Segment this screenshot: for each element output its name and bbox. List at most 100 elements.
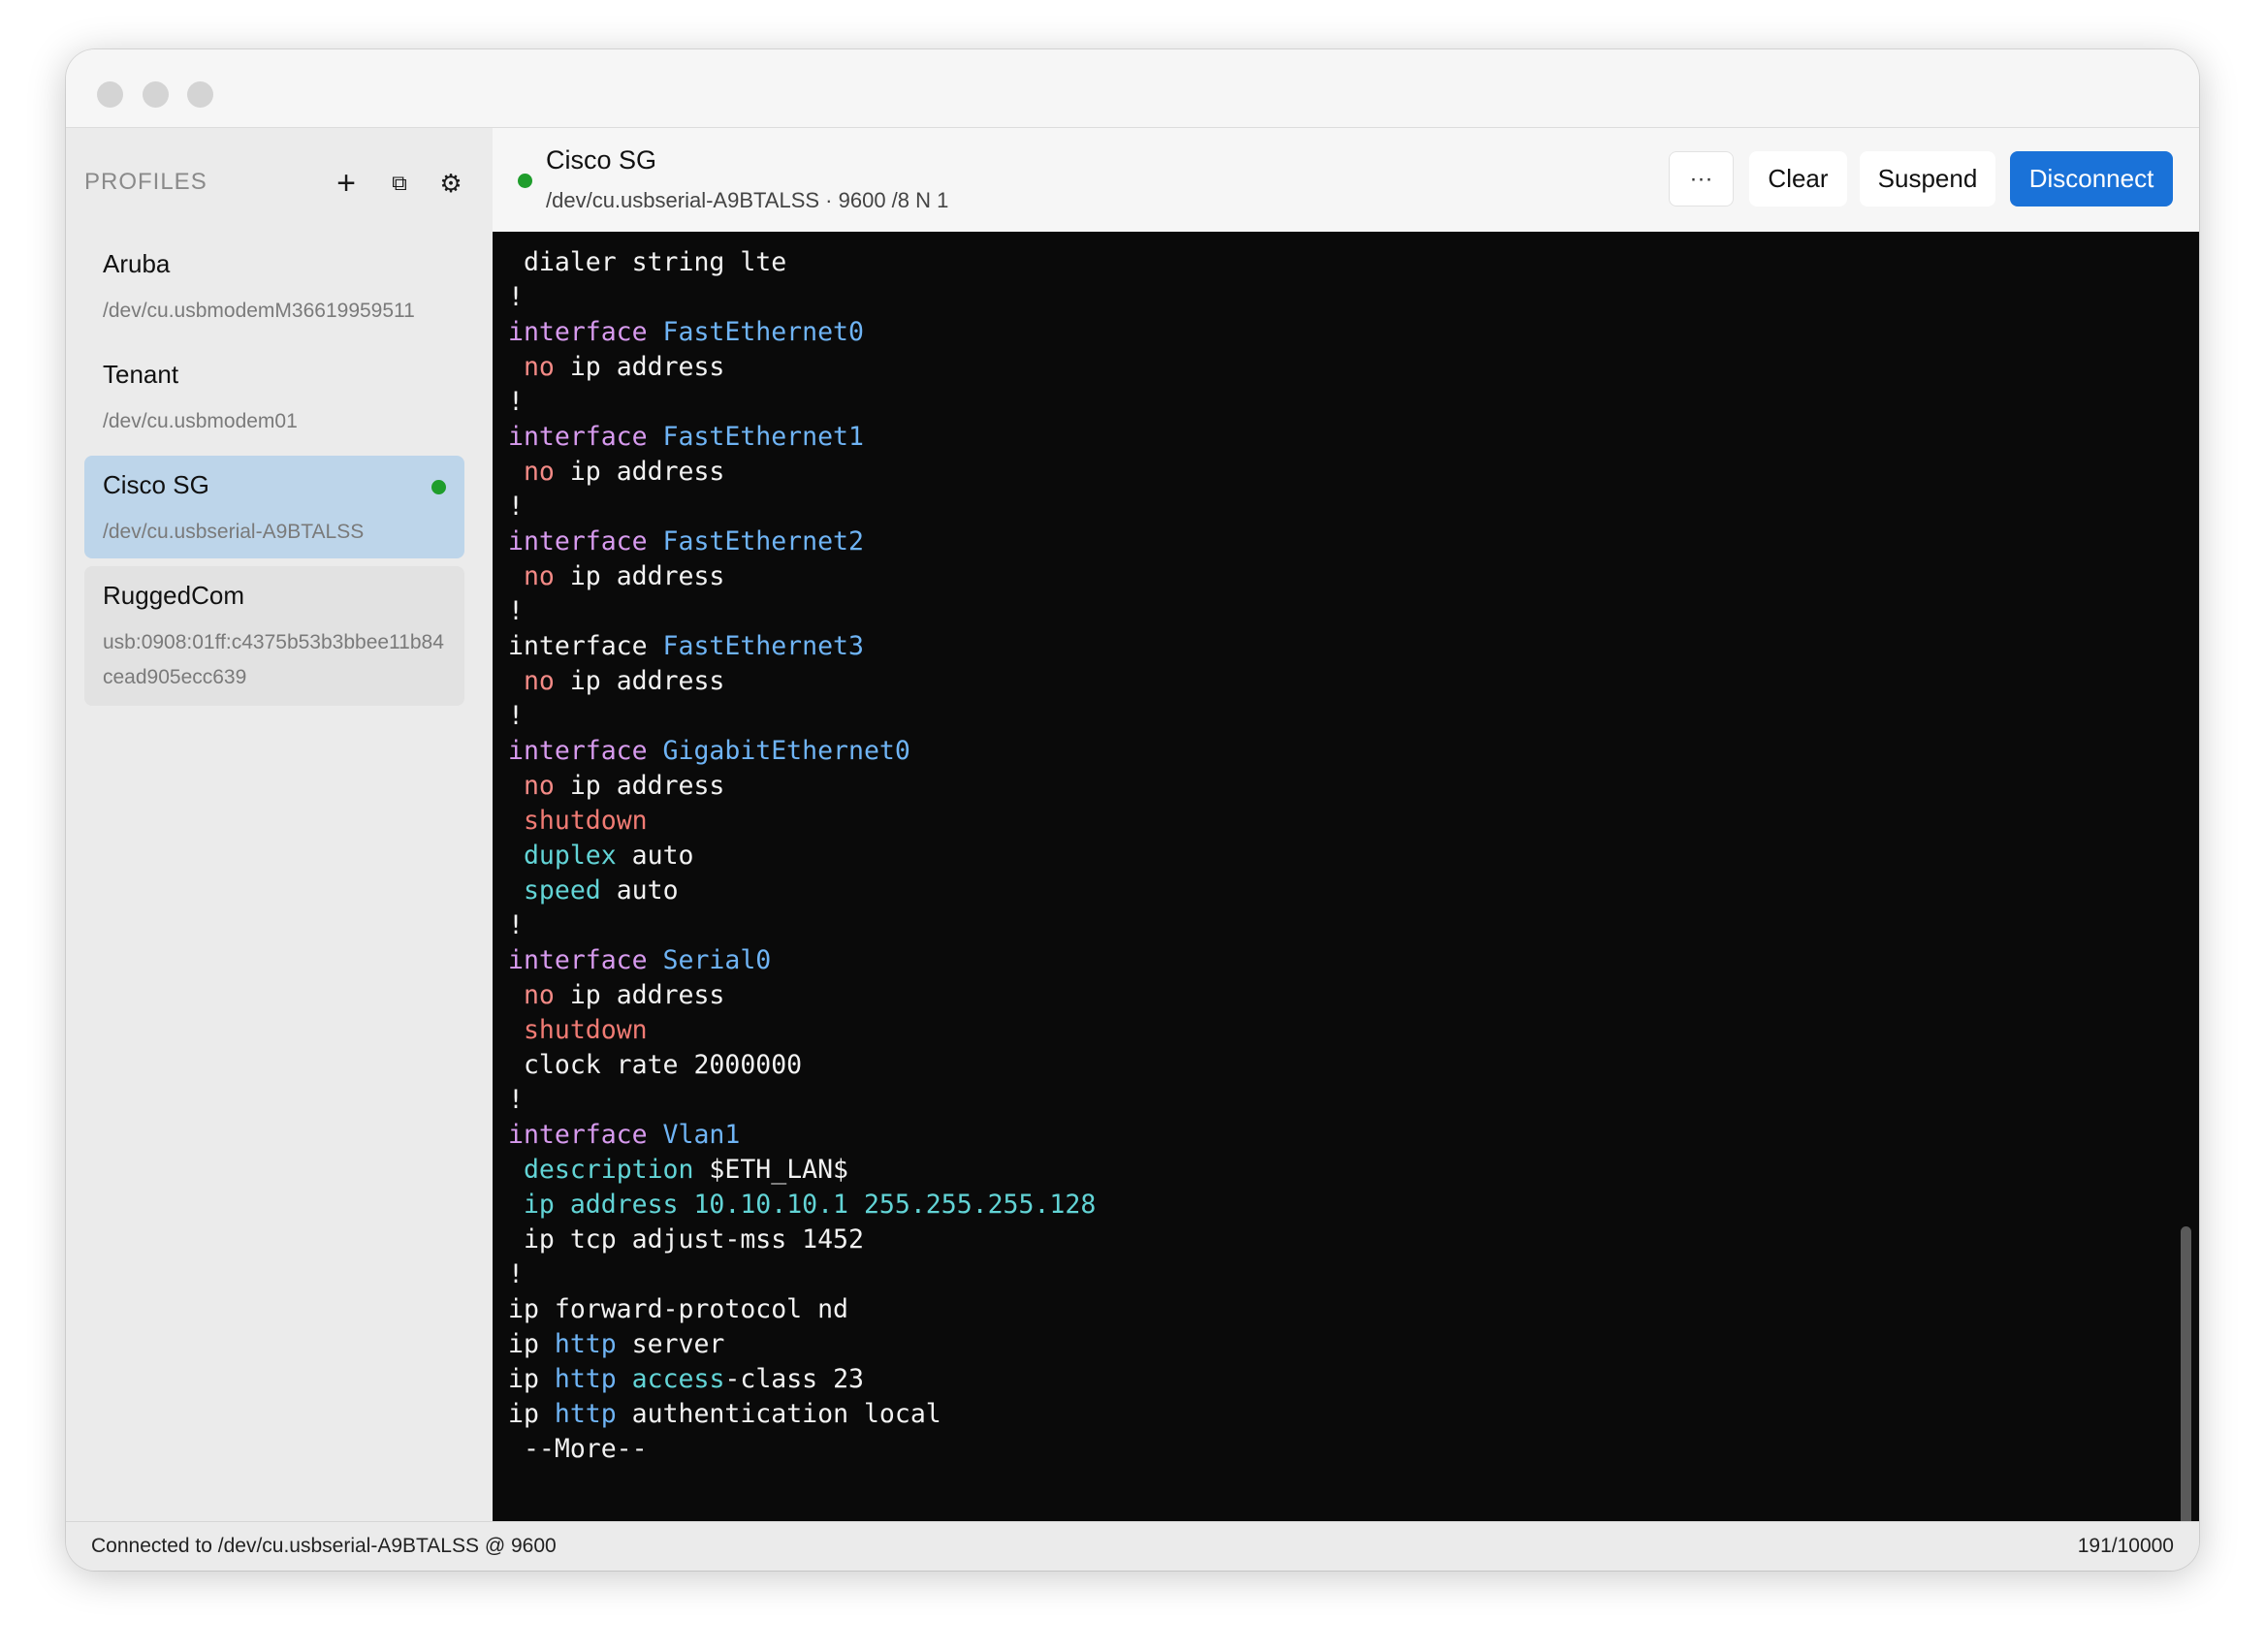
- line-count: 191/10000: [2077, 1535, 2174, 1557]
- terminal-token: -class 23: [724, 1364, 864, 1394]
- terminal-token: Vlan1: [662, 1120, 741, 1150]
- profile-path: /dev/cu.usbmodemM36619959511: [103, 300, 415, 322]
- terminal-token: GigabitEthernet0: [662, 736, 910, 766]
- profiles-sidebar: PROFILES + ⧉ ⚙ Aruba /dev/cu.usbmodemM36…: [66, 128, 493, 1522]
- terminal-line: interface FastEthernet1: [508, 420, 1096, 455]
- gear-icon[interactable]: ⚙: [434, 167, 467, 200]
- terminal-token: ip address: [554, 352, 725, 382]
- terminal-token: interface: [508, 631, 663, 661]
- terminal-token: http: [554, 1364, 617, 1394]
- profile-item-cisco-sg[interactable]: Cisco SG /dev/cu.usbserial-A9BTALSS: [84, 456, 464, 558]
- terminal-line: no ip address: [508, 769, 1096, 804]
- duplicate-icon[interactable]: ⧉: [383, 167, 416, 200]
- terminal-token: no: [523, 352, 555, 382]
- terminal-scrollbar[interactable]: [2181, 1226, 2191, 1522]
- status-bar: Connected to /dev/cu.usbserial-A9BTALSS …: [66, 1521, 2199, 1571]
- terminal-line: !: [508, 1083, 1096, 1118]
- terminal-token: FastEthernet3: [662, 631, 864, 661]
- terminal-token: shutdown: [523, 1015, 648, 1045]
- terminal-token: server: [616, 1329, 725, 1359]
- terminal-token: ip forward-protocol nd: [508, 1294, 848, 1324]
- terminal-line: !: [508, 1257, 1096, 1292]
- terminal-token: authentication local: [616, 1399, 941, 1429]
- terminal-token: auto: [616, 841, 694, 871]
- terminal-line: !: [508, 699, 1096, 734]
- session-subtitle: /dev/cu.usbserial-A9BTALSS · 9600 /8 N 1: [546, 188, 949, 212]
- profile-name: Aruba: [103, 249, 171, 278]
- suspend-button[interactable]: Suspend: [1860, 151, 1995, 206]
- terminal-token: interface: [508, 736, 663, 766]
- add-icon[interactable]: +: [330, 167, 363, 200]
- terminal-token: Serial0: [662, 945, 772, 975]
- terminal-line: interface FastEthernet2: [508, 524, 1096, 559]
- terminal-line: !: [508, 385, 1096, 420]
- terminal-line: ip http authentication local: [508, 1397, 1096, 1432]
- terminal-token: --More--: [508, 1434, 648, 1464]
- terminal-token: description: [523, 1155, 694, 1185]
- session-title: Cisco SG: [546, 145, 657, 175]
- terminal-token: ip address: [554, 666, 725, 696]
- terminal-line: interface FastEthernet3: [508, 629, 1096, 664]
- terminal-line: no ip address: [508, 559, 1096, 594]
- terminal-token: interface: [508, 317, 663, 347]
- terminal-line: --More--: [508, 1432, 1096, 1467]
- terminal-token: ip address: [554, 561, 725, 591]
- terminal-lines: dialer string lte! interface FastEthernet…: [508, 245, 1096, 1467]
- profile-name: Cisco SG: [103, 470, 209, 499]
- session-panel: Cisco SG /dev/cu.usbserial-A9BTALSS · 96…: [493, 128, 2199, 1522]
- profile-item-aruba[interactable]: Aruba /dev/cu.usbmodemM36619959511: [84, 235, 464, 337]
- terminal-line: !: [508, 908, 1096, 943]
- close-window-button[interactable]: [97, 81, 123, 108]
- terminal-token: ip address: [554, 457, 725, 487]
- terminal-token: ip: [508, 1364, 555, 1394]
- terminal-token: ip address 10.10.10.1 255.255.255.128: [523, 1190, 1097, 1220]
- terminal-token: access: [631, 1364, 725, 1394]
- terminal-line: !: [508, 490, 1096, 524]
- terminal-token: !: [508, 910, 524, 940]
- profile-name: Tenant: [103, 360, 179, 389]
- terminal-token: FastEthernet1: [662, 422, 864, 452]
- minimize-window-button[interactable]: [143, 81, 169, 108]
- terminal-token: !: [508, 596, 524, 626]
- terminal-line: interface Vlan1: [508, 1118, 1096, 1153]
- terminal-token: interface: [508, 945, 663, 975]
- terminal-line: interface Serial0: [508, 943, 1096, 978]
- terminal-line: ip forward-protocol nd: [508, 1292, 1096, 1327]
- terminal-output[interactable]: dialer string lte! interface FastEthernet…: [493, 232, 2199, 1522]
- terminal-token: FastEthernet0: [662, 317, 864, 347]
- sidebar-header: PROFILES + ⧉ ⚙: [84, 167, 473, 202]
- terminal-line: shutdown: [508, 804, 1096, 839]
- profile-name: RuggedCom: [103, 581, 244, 610]
- terminal-line: duplex auto: [508, 839, 1096, 874]
- terminal-token: no: [523, 666, 555, 696]
- clear-button[interactable]: Clear: [1749, 151, 1847, 206]
- profile-item-ruggedcom[interactable]: RuggedCom usb:0908:01ff:c4375b53b3bbee11…: [84, 566, 464, 706]
- terminal-token: interface: [508, 526, 663, 556]
- terminal-token: clock rate 2000000: [508, 1050, 803, 1080]
- terminal-line: dialer string lte: [508, 245, 1096, 280]
- disconnect-button[interactable]: Disconnect: [2010, 151, 2173, 206]
- connection-status-dot: [518, 174, 532, 188]
- terminal-token: !: [508, 282, 524, 312]
- zoom-window-button[interactable]: [187, 81, 213, 108]
- terminal-token: !: [508, 492, 524, 522]
- terminal-line: interface FastEthernet0: [508, 315, 1096, 350]
- terminal-line: no ip address: [508, 664, 1096, 699]
- terminal-token: no: [523, 561, 555, 591]
- terminal-token: !: [508, 701, 524, 731]
- more-options-button[interactable]: ···: [1669, 151, 1734, 206]
- terminal-token: no: [523, 771, 555, 801]
- profile-item-tenant[interactable]: Tenant /dev/cu.usbmodem01: [84, 345, 464, 448]
- terminal-token: FastEthernet2: [662, 526, 864, 556]
- terminal-token: ip tcp adjust-mss 1452: [508, 1224, 864, 1255]
